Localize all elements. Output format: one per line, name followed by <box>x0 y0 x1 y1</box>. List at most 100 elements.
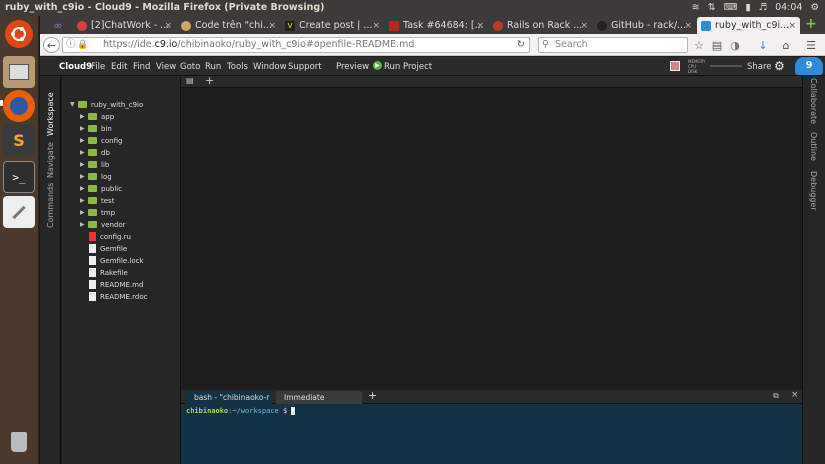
close-tab-icon[interactable]: × <box>476 21 484 31</box>
collapse-arrow-icon[interactable]: ▶ <box>80 161 88 168</box>
menu-window[interactable]: Window <box>253 62 287 72</box>
new-tab-icon[interactable]: + <box>805 16 817 32</box>
collapse-arrow-icon[interactable]: ▶ <box>80 197 88 204</box>
info-icon[interactable]: ⓘ <box>66 38 76 52</box>
editor-pane[interactable]: ▤ + <box>181 74 802 390</box>
tree-root[interactable]: ▼ ruby_with_c9io <box>70 99 143 110</box>
collaborate-tab[interactable]: Collaborate <box>809 78 818 124</box>
collapse-arrow-icon[interactable]: ▶ <box>80 185 88 192</box>
wifi-icon[interactable]: ≋ <box>692 0 700 16</box>
tree-folder-bin[interactable]: ▶ bin <box>80 123 112 134</box>
tree-file-readme-md[interactable]: README.md <box>88 279 143 290</box>
menu-file[interactable]: File <box>91 62 105 72</box>
collapse-arrow-icon[interactable]: ▶ <box>80 149 88 156</box>
ubuntu-dash-icon[interactable] <box>5 20 33 48</box>
tree-folder-app[interactable]: ▶ app <box>80 111 114 122</box>
battery-icon[interactable]: ▮ <box>745 0 750 16</box>
clock[interactable]: 04:04 <box>775 0 802 16</box>
close-tab-icon[interactable]: × <box>788 21 796 31</box>
tree-folder-tmp[interactable]: ▶ tmp <box>80 207 115 218</box>
trash-icon[interactable] <box>3 426 35 458</box>
tree-folder-vendor[interactable]: ▶ vendor <box>80 219 126 230</box>
tree-folder-public[interactable]: ▶ public <box>80 183 122 194</box>
shield-icon[interactable]: ◑ <box>728 37 742 53</box>
back-button[interactable]: ← <box>43 37 60 53</box>
preview-button[interactable]: Preview <box>336 62 369 72</box>
collapse-arrow-icon[interactable]: ▶ <box>80 173 88 180</box>
browser-tab-cloud9[interactable]: ruby_with_c9i... × <box>697 17 800 34</box>
close-pane-icon[interactable]: × <box>791 390 799 400</box>
add-terminal-tab-icon[interactable]: + <box>368 389 377 402</box>
menu-cloud9[interactable]: Cloud9 <box>59 62 92 72</box>
browser-tab-github[interactable]: GitHub - rack/... × <box>593 17 696 34</box>
browser-tab-create-post[interactable]: V Create post | ... × <box>281 17 384 34</box>
close-tab-icon[interactable]: × <box>372 21 380 31</box>
settings-gear-icon[interactable]: ⚙ <box>810 0 819 16</box>
menu-edit[interactable]: Edit <box>111 62 127 72</box>
collapse-arrow-icon[interactable]: ▶ <box>80 137 88 144</box>
url-bar[interactable]: ⓘ 🔒 https://ide.c9.io/chibinaoko/ruby_wi… <box>62 37 530 53</box>
menu-find[interactable]: Find <box>133 62 150 72</box>
library-icon[interactable]: ▤ <box>710 37 724 53</box>
tree-file-rakefile[interactable]: Rakefile <box>88 267 128 278</box>
expand-arrow-icon[interactable]: ▼ <box>70 101 78 108</box>
tree-file-gemfile-lock[interactable]: Gemfile.lock <box>88 255 144 266</box>
collapse-arrow-icon[interactable]: ▶ <box>80 221 88 228</box>
share-button[interactable]: Share <box>747 62 772 72</box>
terminal-icon[interactable]: >_ <box>3 161 35 193</box>
outline-tab[interactable]: Outline <box>809 132 818 161</box>
files-app-icon[interactable] <box>3 56 35 88</box>
bookmark-star-icon[interactable]: ☆ <box>692 37 706 53</box>
maximize-pane-icon[interactable]: ⧉ <box>773 391 779 401</box>
tree-file-readme-rdoc[interactable]: README.rdoc <box>88 291 147 302</box>
terminal-tab-bash[interactable]: bash - "chibinaoko-r <box>186 391 272 404</box>
collapse-arrow-icon[interactable]: ▶ <box>80 125 88 132</box>
language-icon[interactable]: ⌨ <box>724 0 738 16</box>
search-bar[interactable]: ⚲ Search <box>538 37 688 53</box>
download-icon[interactable]: ↓ <box>756 37 770 53</box>
sublime-text-icon[interactable]: S <box>3 124 35 156</box>
run-project-icon[interactable]: ▶ <box>373 61 382 70</box>
browser-tab-code[interactable]: Code trên "chi... × <box>177 17 280 34</box>
tree-folder-log[interactable]: ▶ log <box>80 171 112 182</box>
reload-icon[interactable]: ↻ <box>517 38 525 52</box>
close-tab-icon[interactable]: × <box>684 21 692 31</box>
terminal-tab-immediate[interactable]: Immediate <box>276 391 362 404</box>
close-tab-icon[interactable]: × <box>580 21 588 31</box>
menu-view[interactable]: View <box>156 62 176 72</box>
navigate-tab[interactable]: Navigate <box>46 142 55 178</box>
preferences-gear-icon[interactable]: ⚙ <box>774 59 785 73</box>
menu-support[interactable]: Support <box>288 62 322 72</box>
avatar[interactable] <box>670 61 680 71</box>
tree-folder-config[interactable]: ▶ config <box>80 135 122 146</box>
run-project-button[interactable]: Run Project <box>384 62 432 72</box>
tree-file-config-ru[interactable]: config.ru <box>88 231 131 242</box>
firefox-icon[interactable] <box>3 90 35 122</box>
browser-tab-rails-rack[interactable]: Rails on Rack ... × <box>489 17 592 34</box>
tab-menu-icon[interactable]: ▤ <box>186 76 194 85</box>
network-icon[interactable]: ⇅ <box>708 0 716 16</box>
add-editor-tab-icon[interactable]: + <box>205 74 214 87</box>
commands-tab[interactable]: Commands <box>46 183 55 228</box>
collapse-arrow-icon[interactable]: ▶ <box>80 113 88 120</box>
tree-folder-db[interactable]: ▶ db <box>80 147 110 158</box>
hamburger-menu-icon[interactable]: ☰ <box>804 37 818 53</box>
pinned-tab-icon[interactable]: ∞ <box>44 17 72 34</box>
debugger-tab[interactable]: Debugger <box>809 171 818 211</box>
menu-run[interactable]: Run <box>205 62 221 72</box>
cloud9-logo-icon[interactable]: 9 <box>795 57 823 75</box>
tree-folder-lib[interactable]: ▶ lib <box>80 159 109 170</box>
tree-file-gemfile[interactable]: Gemfile <box>88 243 127 254</box>
terminal-pane[interactable]: bash - "chibinaoko-r Immediate + ⧉ × chi… <box>181 389 802 464</box>
menu-goto[interactable]: Goto <box>180 62 200 72</box>
close-tab-icon[interactable]: × <box>268 21 276 31</box>
browser-tab-task[interactable]: Task #64684: [... × <box>385 17 488 34</box>
text-editor-icon[interactable] <box>3 196 35 228</box>
collapse-arrow-icon[interactable]: ▶ <box>80 209 88 216</box>
volume-icon[interactable]: ♬ <box>759 0 768 16</box>
browser-tab-chatwork[interactable]: [2]ChatWork - ... × <box>73 17 176 34</box>
tree-folder-test[interactable]: ▶ test <box>80 195 114 206</box>
home-icon[interactable]: ⌂ <box>779 37 793 53</box>
menu-tools[interactable]: Tools <box>227 62 248 72</box>
close-tab-icon[interactable]: × <box>164 21 172 31</box>
